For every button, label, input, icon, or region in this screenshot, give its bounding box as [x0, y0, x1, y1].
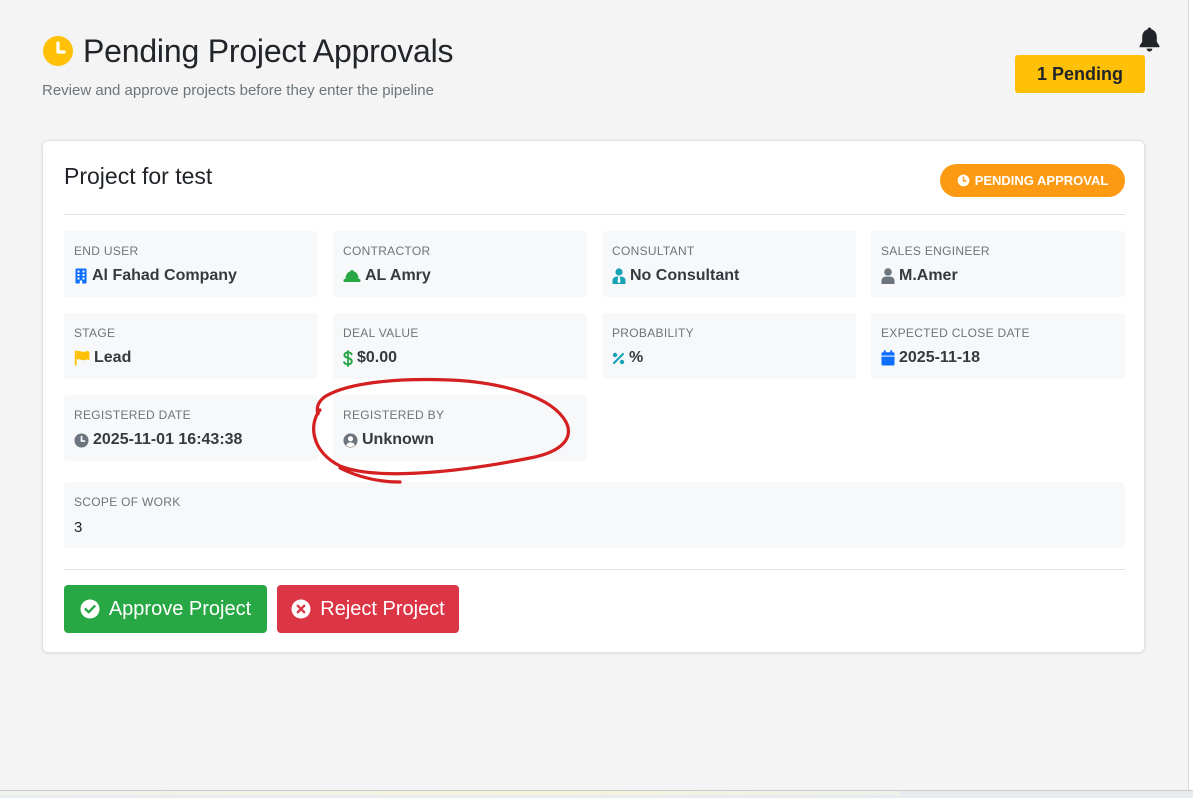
field-value-text: M.Amer	[899, 267, 958, 284]
field-value-contractor: AL Amry	[343, 267, 431, 285]
field-value-text: AL Amry	[365, 267, 431, 284]
field-consultant: CONSULTANT No Consultant	[602, 231, 856, 297]
field-value-text: 2025-11-01 16:43:38	[93, 431, 243, 448]
field-value-scope-of-work: 3	[74, 519, 83, 536]
pending-count-badge: 1 Pending	[1015, 55, 1145, 93]
reject-button-label: Reject Project	[320, 597, 445, 620]
field-label: EXPECTED CLOSE DATE	[881, 326, 1030, 340]
field-stage: STAGE Lead	[64, 313, 318, 379]
field-expected-close-date: EXPECTED CLOSE DATE 2025-11-18	[871, 313, 1125, 379]
title-row: Pending Project Approvals	[42, 32, 454, 70]
approve-project-button[interactable]: Approve Project	[64, 585, 267, 633]
field-value-text: %	[629, 349, 644, 366]
calendar-icon	[881, 350, 895, 366]
field-value-registered-by: Unknown	[343, 431, 434, 449]
flag-icon	[74, 350, 90, 366]
window-right-edge	[1188, 0, 1193, 790]
field-label: CONSULTANT	[612, 244, 695, 258]
page-subtitle: Review and approve projects before they …	[42, 82, 434, 99]
field-value-sales-engineer: M.Amer	[881, 267, 958, 285]
building-icon	[75, 268, 87, 284]
field-sales-engineer: SALES ENGINEER M.Amer	[871, 231, 1125, 297]
times-circle-icon	[291, 599, 311, 619]
user-circle-icon	[343, 432, 358, 448]
field-value-end-user: Al Fahad Company	[74, 267, 237, 285]
project-card: Project for test PENDING APPROVAL END US…	[42, 140, 1145, 653]
divider	[64, 214, 1125, 215]
window-bottom-edge	[0, 790, 1193, 798]
field-label: REGISTERED BY	[343, 408, 445, 422]
field-value-registered-date: 2025-11-01 16:43:38	[74, 431, 242, 449]
divider	[64, 569, 1125, 570]
field-scope-of-work: SCOPE OF WORK 3	[64, 482, 1125, 548]
page-title: Pending Project Approvals	[83, 33, 454, 69]
percent-icon	[612, 352, 625, 364]
field-value-text: No Consultant	[630, 267, 740, 284]
field-label: SCOPE OF WORK	[74, 495, 181, 509]
field-value-stage: Lead	[74, 349, 131, 367]
field-value-expected-close-date: 2025-11-18	[881, 349, 980, 367]
field-label: SALES ENGINEER	[881, 244, 990, 258]
field-value-text: Unknown	[362, 431, 434, 448]
clock-icon	[957, 174, 970, 187]
field-label: REGISTERED DATE	[74, 408, 191, 422]
reject-project-button[interactable]: Reject Project	[277, 585, 459, 633]
user-icon	[881, 268, 895, 284]
status-badge: PENDING APPROVAL	[940, 164, 1125, 197]
bell-icon[interactable]	[1137, 26, 1162, 53]
field-label: CONTRACTOR	[343, 244, 431, 258]
dollar-icon	[343, 349, 353, 367]
field-contractor: CONTRACTOR AL Amry	[333, 231, 587, 297]
field-value-deal-value: $0.00	[343, 349, 397, 367]
field-deal-value: DEAL VALUE $0.00	[333, 313, 587, 379]
clock-icon	[74, 432, 89, 448]
project-title: Project for test	[64, 163, 213, 189]
approve-button-label: Approve Project	[108, 597, 252, 620]
field-label: STAGE	[74, 326, 116, 340]
field-registered-by: REGISTERED BY Unknown	[333, 395, 587, 461]
page-header: Pending Project Approvals Review and app…	[42, 32, 454, 99]
field-label: END USER	[74, 244, 139, 258]
field-label: DEAL VALUE	[343, 326, 419, 340]
field-value-text: $0.00	[357, 349, 398, 366]
field-value-text: Lead	[94, 349, 132, 366]
clock-icon	[43, 36, 73, 66]
field-value-probability: %	[612, 349, 643, 367]
status-badge-label: PENDING APPROVAL	[974, 173, 1109, 188]
field-registered-date: REGISTERED DATE 2025-11-01 16:43:38	[64, 395, 318, 461]
field-probability: PROBABILITY %	[602, 313, 856, 379]
field-value-consultant: No Consultant	[612, 267, 739, 285]
field-label: PROBABILITY	[612, 326, 694, 340]
field-end-user: END USER Al Fahad Company	[64, 231, 318, 297]
field-value-text: Al Fahad Company	[92, 267, 237, 284]
field-value-text: 2025-11-18	[899, 349, 980, 366]
hard-hat-icon	[343, 270, 361, 282]
check-circle-icon	[80, 599, 100, 619]
user-tie-icon	[612, 268, 626, 284]
